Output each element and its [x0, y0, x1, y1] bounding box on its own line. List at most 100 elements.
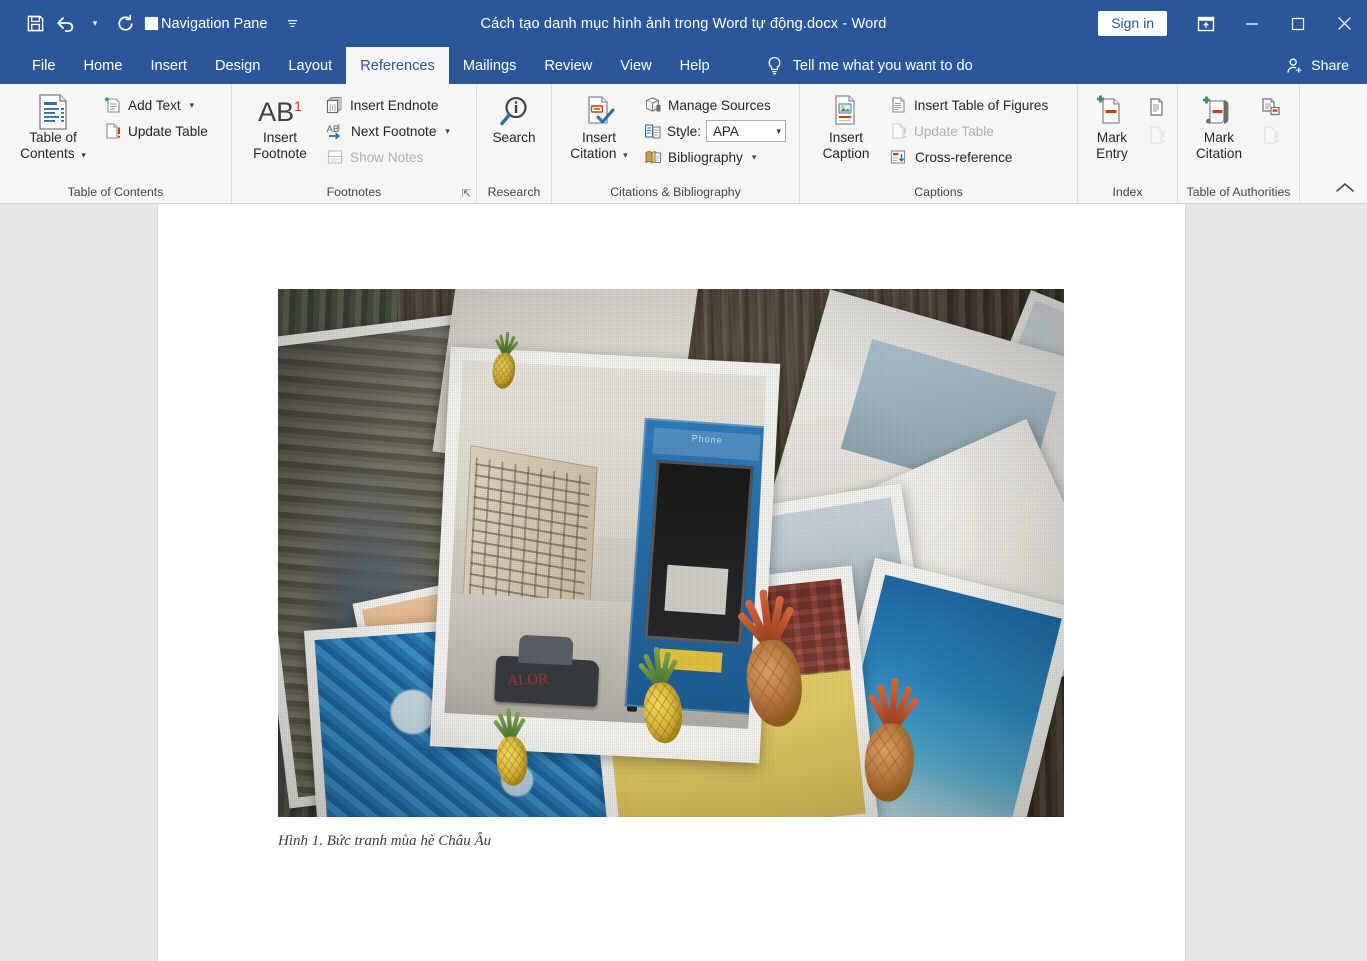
toc-small-commands: Add Text ▾ Update Table	[99, 90, 213, 144]
svg-text:1: 1	[337, 124, 341, 131]
ribbon-group-table-of-authorities: Mark Citation Table of Authorities	[1178, 84, 1300, 203]
maximize-button[interactable]	[1275, 0, 1321, 47]
ribbon-display-options-button[interactable]	[1183, 0, 1229, 47]
chevron-down-icon: ▾	[92, 18, 98, 28]
close-button[interactable]	[1321, 0, 1367, 47]
insert-footnote-icon: AB1	[258, 96, 302, 127]
next-footnote-icon: AB 1	[327, 124, 341, 140]
update-table-of-authorities-icon	[1264, 126, 1279, 144]
bibliography-button[interactable]: Bibliography ▾	[639, 144, 791, 170]
mark-citation-label-line2: Citation	[1195, 146, 1243, 162]
minimize-button[interactable]	[1229, 0, 1275, 47]
group-title-index: Index	[1112, 185, 1143, 199]
figure-block: Phone ALOR Hình 1. Bức tranh mùa hè Châu…	[278, 289, 1065, 850]
insert-table-of-figures-button[interactable]: Insert Table of Figures	[885, 92, 1053, 118]
tab-view[interactable]: View	[606, 47, 665, 84]
insert-citation-button[interactable]: Insert Citation ▾	[559, 90, 639, 164]
update-table-toc-button[interactable]: Update Table	[99, 118, 213, 144]
show-notes-button: Show Notes	[321, 144, 455, 170]
insert-caption-label-line1: Insert	[829, 130, 863, 145]
citation-style-dropdown[interactable]: APA ▾	[706, 120, 786, 142]
manage-sources-label: Manage Sources	[668, 97, 771, 113]
update-table-captions-button: Update Table	[885, 118, 1053, 144]
mark-entry-label-line2: Entry	[1096, 146, 1128, 162]
insert-index-icon	[1150, 98, 1163, 116]
svg-text:[i]: [i]	[329, 104, 336, 112]
mark-citation-label-line1: Mark	[1203, 130, 1235, 145]
inserted-image[interactable]: Phone ALOR	[278, 289, 1064, 817]
tell-me-search[interactable]: Tell me what you want to do	[760, 47, 979, 84]
phone-booth-label: Phone	[652, 427, 762, 462]
table-of-contents-button[interactable]: Table of Contents ▾	[7, 90, 99, 164]
group-title-table-of-contents: Table of Contents	[67, 185, 164, 199]
citation-style-row: Style: APA ▾	[639, 118, 791, 144]
tab-file[interactable]: File	[18, 47, 70, 84]
pineapple-pool	[489, 703, 534, 787]
insert-caption-icon	[830, 94, 862, 130]
add-text-button[interactable]: Add Text ▾	[99, 92, 213, 118]
share-button[interactable]: Share	[1286, 47, 1349, 84]
ribbon-display-options-icon	[1197, 16, 1215, 31]
manage-sources-button[interactable]: Manage Sources	[639, 92, 791, 118]
insert-caption-button[interactable]: Insert Caption	[807, 90, 885, 164]
next-footnote-button[interactable]: AB 1 Next Footnote ▾	[321, 118, 455, 144]
checkbox-icon	[144, 16, 159, 31]
tab-insert[interactable]: Insert	[136, 47, 201, 84]
insert-index-button[interactable]	[1142, 94, 1172, 120]
document-page[interactable]: Phone ALOR Hình 1. Bức tranh mùa hè Châu…	[157, 204, 1186, 961]
group-title-research: Research	[487, 185, 541, 199]
insert-caption-label-line2: Caption	[822, 146, 870, 162]
ribbon-group-footnotes: AB1 Insert Footnote [i] Insert Endnote A…	[232, 84, 477, 203]
undo-button[interactable]	[50, 9, 80, 39]
figure-caption[interactable]: Hình 1. Bức tranh mùa hè Châu Âu	[278, 833, 1065, 850]
redo-button[interactable]	[110, 9, 140, 39]
update-table-of-authorities-button	[1256, 122, 1286, 148]
mark-citation-button[interactable]: Mark Citation	[1185, 90, 1253, 164]
tab-help[interactable]: Help	[666, 47, 724, 84]
redo-icon	[117, 14, 133, 31]
chevron-up-icon	[1336, 183, 1354, 192]
undo-icon	[56, 17, 73, 33]
sign-in-button[interactable]: Sign in	[1098, 10, 1167, 37]
cross-reference-button[interactable]: Cross-reference	[885, 144, 1053, 170]
save-button[interactable]	[20, 9, 50, 39]
graffiti-text: ALOR	[506, 670, 549, 689]
update-table-toc-label: Update Table	[128, 123, 208, 139]
tab-references[interactable]: References	[346, 47, 449, 84]
collapse-ribbon-button[interactable]	[1331, 177, 1359, 199]
insert-endnote-button[interactable]: [i] Insert Endnote	[321, 92, 455, 118]
insert-endnote-label: Insert Endnote	[350, 97, 439, 113]
index-icon-column	[1139, 90, 1175, 148]
footnotes-dialog-launcher[interactable]: ⇱	[462, 187, 471, 200]
ribbon-tabs: File Home Insert Design Layout Reference…	[0, 47, 1367, 84]
citations-small-commands: Manage Sources Style: APA ▾ Bibliography…	[639, 90, 791, 170]
insert-table-of-authorities-icon	[1262, 98, 1280, 116]
document-workspace[interactable]: Phone ALOR Hình 1. Bức tranh mùa hè Châu…	[0, 204, 1367, 961]
undo-dropdown[interactable]: ▾	[80, 9, 110, 39]
table-of-contents-label-line1: Table of	[29, 130, 77, 145]
tab-home[interactable]: Home	[70, 47, 137, 84]
mark-entry-button[interactable]: Mark Entry	[1085, 90, 1139, 164]
tab-review[interactable]: Review	[530, 47, 606, 84]
update-table-icon	[106, 123, 121, 139]
tab-list: File Home Insert Design Layout Reference…	[0, 47, 979, 84]
table-of-contents-icon	[36, 94, 70, 130]
insert-table-of-figures-label: Insert Table of Figures	[914, 97, 1049, 113]
navigation-pane-toggle[interactable]: Navigation Pane	[140, 9, 277, 39]
tab-mailings[interactable]: Mailings	[449, 47, 531, 84]
insert-footnote-button[interactable]: AB1 Insert Footnote	[239, 90, 321, 164]
customize-quick-access-toolbar-button[interactable]	[277, 9, 307, 39]
mark-entry-icon	[1095, 94, 1129, 130]
update-index-icon	[1150, 126, 1165, 144]
insert-table-of-authorities-button[interactable]	[1256, 94, 1286, 120]
group-title-footnotes: Footnotes ⇱	[326, 185, 471, 200]
update-table-icon	[892, 123, 907, 139]
toa-icon-column	[1253, 90, 1289, 148]
search-info-icon	[498, 94, 530, 130]
update-index-button	[1142, 122, 1172, 148]
tab-layout[interactable]: Layout	[274, 47, 346, 84]
ribbon: Table of Contents ▾ Add Text ▾ Update Ta…	[0, 84, 1367, 204]
smart-lookup-search-button[interactable]: Search	[484, 90, 544, 148]
close-icon	[1337, 17, 1351, 30]
tab-design[interactable]: Design	[201, 47, 274, 84]
